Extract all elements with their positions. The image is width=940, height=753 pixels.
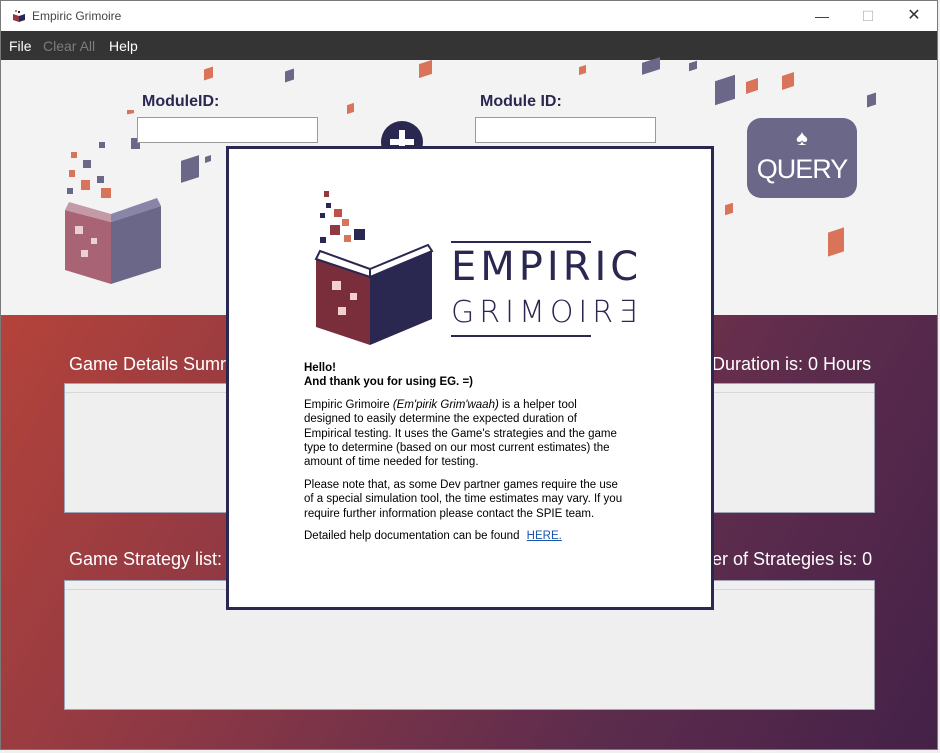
confetti-shape [867, 92, 876, 108]
module-id-input[interactable] [137, 117, 318, 143]
menu-help[interactable]: Help [109, 38, 138, 54]
confetti-shape [285, 68, 294, 83]
logo-rule [451, 335, 591, 337]
query-button-label: QUERY [756, 154, 849, 184]
confetti-shape [181, 155, 199, 183]
confetti-shape [642, 57, 660, 75]
help-link[interactable]: HERE. [527, 530, 562, 542]
module-id-input-2[interactable] [475, 117, 656, 143]
game-details-title: Game Details Sumr [69, 354, 227, 374]
intro-text: Empiric Grimoire [304, 398, 393, 411]
doc-text: Detailed help documentation can be found [304, 530, 520, 543]
about-dialog: EMPIRIC GRIMOIRƎ Hello! And thank you fo… [226, 146, 714, 610]
app-window: Empiric Grimoire — ☐ ✕ File Clear All He… [0, 0, 938, 750]
window-title: Empiric Grimoire [32, 9, 122, 23]
logo-rule [451, 241, 591, 243]
book-logo-icon [314, 191, 434, 345]
duration-text: Duration is: 0 Hours [712, 354, 872, 374]
confetti-shape [204, 66, 213, 81]
confetti-shape [347, 102, 354, 115]
logo-wordmark-sub: GRIMOIRƎ [451, 295, 643, 330]
pronunciation-text: (Em'pirik Grim'waah) [392, 398, 499, 411]
strategy-list-title: Game Strategy list: [69, 549, 223, 569]
module-id-label-2: Module ID: [480, 93, 562, 110]
maximize-icon[interactable]: ☐ [845, 1, 891, 31]
about-text: Hello! And thank you for using EG. =) Em… [304, 361, 624, 551]
confetti-shape [715, 74, 735, 106]
note-paragraph: Please note that, as some Dev partner ga… [304, 478, 623, 520]
confetti-shape [828, 227, 844, 257]
confetti-shape [579, 64, 586, 76]
hello-text: Hello! [304, 362, 336, 374]
confetti-shape [782, 72, 794, 90]
menu-bar: File Clear All Help [1, 31, 937, 60]
menu-file[interactable]: File [9, 38, 32, 54]
strategies-count-text: er of Strategies is: 0 [712, 549, 873, 569]
thanks-text: And thank you for using EG. =) [304, 376, 473, 389]
minimize-icon[interactable]: — [799, 1, 845, 31]
confetti-shape [205, 155, 211, 163]
confetti-shape [725, 202, 733, 216]
spade-icon: ♠ [796, 125, 808, 150]
title-bar: Empiric Grimoire — ☐ ✕ [1, 1, 937, 31]
confetti-shape [746, 78, 758, 94]
close-icon[interactable]: ✕ [891, 1, 937, 31]
confetti-shape [689, 60, 697, 72]
module-id-label: ModuleID: [142, 93, 220, 110]
query-button[interactable]: ♠ QUERY [747, 118, 857, 198]
logo-wordmark: EMPIRIC [451, 244, 643, 290]
confetti-shape [419, 59, 432, 79]
menu-clear-all[interactable]: Clear All [43, 38, 95, 54]
intro-paragraph: Empiric Grimoire (Em'pirik Grim'waah) is… [304, 398, 624, 470]
doc-paragraph: Detailed help documentation can be found… [304, 529, 624, 543]
app-logo-icon [13, 10, 25, 22]
